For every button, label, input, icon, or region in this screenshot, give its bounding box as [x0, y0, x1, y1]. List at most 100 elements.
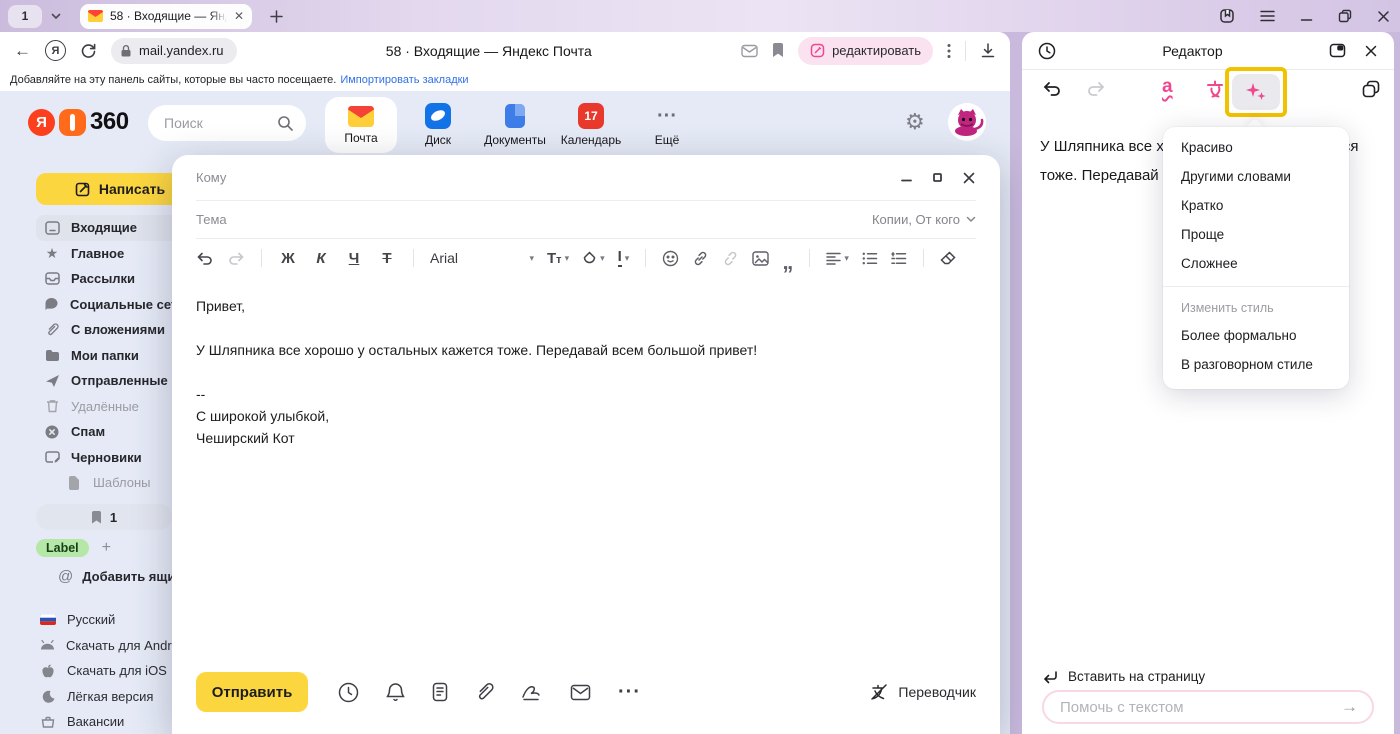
ai-sparkles-button[interactable] — [1232, 74, 1280, 110]
more-options-icon[interactable]: ··· — [618, 681, 641, 704]
translate-icon[interactable] — [1204, 78, 1226, 100]
align-button[interactable]: ▾ — [826, 252, 849, 265]
label-tag[interactable]: Label — [36, 539, 89, 557]
ios-download-link[interactable]: Скачать для iOS — [0, 658, 172, 684]
tab-panel-icon[interactable] — [1219, 8, 1235, 24]
text-color-button[interactable]: I▾ — [618, 249, 630, 267]
italic-button[interactable]: К — [311, 250, 331, 267]
send-button[interactable]: Отправить — [196, 672, 308, 712]
app-tab-more[interactable]: ··· Ещё — [641, 97, 693, 153]
bullet-list-button[interactable] — [862, 252, 878, 265]
redo-icon[interactable] — [227, 251, 245, 266]
open-in-window-icon[interactable] — [1329, 43, 1346, 58]
font-family-select[interactable]: Arial ▾ — [430, 250, 534, 266]
quote-button[interactable]: „ — [782, 258, 793, 267]
sidebar-item-spam[interactable]: Спам — [36, 419, 172, 445]
download-icon[interactable] — [980, 42, 996, 59]
to-field[interactable]: Кому — [196, 170, 226, 185]
ai-prompt-input[interactable] — [1060, 699, 1341, 716]
translator-button[interactable]: Переводчик — [869, 682, 976, 702]
edit-mode-button[interactable]: редактировать — [798, 37, 933, 65]
bookmark-icon[interactable] — [772, 43, 784, 58]
sidebar-item-drafts[interactable]: Черновики — [36, 445, 172, 471]
template-icon[interactable] — [432, 682, 448, 702]
signature-icon[interactable] — [521, 683, 543, 701]
emoji-button[interactable] — [662, 250, 679, 267]
sidebar-item-mailings[interactable]: Рассылки — [36, 266, 172, 292]
import-bookmarks-link[interactable]: Импортировать закладки — [340, 74, 468, 86]
back-icon[interactable]: ← — [14, 42, 31, 59]
android-download-link[interactable]: Скачать для Android — [0, 633, 172, 659]
cc-from-toggle[interactable]: Копии, От кого — [872, 212, 976, 227]
restore-icon[interactable] — [1338, 9, 1352, 23]
editor-redo-icon[interactable] — [1086, 80, 1106, 97]
app-tab-disk[interactable]: Диск — [409, 97, 467, 153]
sidebar-item-inbox[interactable]: Входящие — [36, 215, 172, 241]
app-tab-calendar[interactable]: 17 Календарь — [552, 97, 630, 153]
new-tab-button[interactable] — [264, 4, 288, 28]
add-mailbox-button[interactable]: @ Добавить ящик — [58, 568, 182, 585]
undo-icon[interactable] — [196, 251, 214, 266]
refresh-icon[interactable] — [80, 42, 97, 59]
sidebar-item-attachments[interactable]: С вложениями — [36, 317, 172, 343]
numbered-list-button[interactable] — [891, 252, 907, 265]
sidebar-item-main[interactable]: ★ Главное — [36, 241, 172, 267]
sidebar-item-templates[interactable]: Шаблоны — [36, 470, 172, 496]
menu-item-conversational[interactable]: В разговорном стиле — [1163, 350, 1349, 379]
message-body[interactable]: Привет, У Шляпника все хорошо у остальны… — [196, 295, 960, 449]
copy-icon[interactable] — [1362, 80, 1380, 98]
menu-item-more-formal[interactable]: Более формально — [1163, 321, 1349, 350]
attach-icon[interactable] — [475, 682, 494, 702]
add-label-icon[interactable]: + — [102, 539, 111, 557]
image-button[interactable] — [752, 251, 769, 266]
sidebar-item-my-folders[interactable]: Мои папки — [36, 343, 172, 369]
search-box[interactable] — [148, 105, 306, 141]
editor-undo-icon[interactable] — [1042, 80, 1062, 97]
menu-item-shorten[interactable]: Кратко — [1163, 191, 1349, 220]
vacancies-link[interactable]: Вакансии — [0, 709, 172, 734]
menu-icon[interactable] — [1260, 10, 1275, 22]
chevron-down-icon[interactable] — [50, 10, 62, 22]
yandex360-logo[interactable]: Я 360 — [28, 108, 129, 136]
light-version-link[interactable]: Лёгкая версия — [0, 684, 172, 710]
yandex-services-icon[interactable]: Я — [45, 40, 66, 61]
spellcheck-icon[interactable]: a — [1162, 76, 1173, 98]
compose-close-icon[interactable] — [962, 171, 976, 185]
gear-icon[interactable]: ⚙ — [905, 109, 925, 135]
highlight-color-button[interactable]: ▾ — [582, 251, 605, 266]
app-tab-mail[interactable]: Почта — [325, 97, 397, 153]
tab-counter[interactable]: 1 — [8, 5, 42, 28]
sidebar-item-sent[interactable]: Отправленные — [36, 368, 172, 394]
sidebar-item-deleted[interactable]: Удалённые — [36, 394, 172, 420]
insert-on-page-button[interactable]: Вставить на страницу — [1042, 669, 1205, 684]
bold-button[interactable]: Ж — [278, 250, 298, 267]
compose-expand-icon[interactable] — [932, 172, 943, 183]
link-button[interactable] — [692, 250, 709, 267]
panel-close-icon[interactable] — [1364, 44, 1378, 58]
app-tab-docs[interactable]: Документы — [476, 97, 554, 153]
strikethrough-button[interactable]: T — [377, 250, 397, 267]
bookmarks-filter[interactable]: 1 — [36, 504, 172, 530]
search-input[interactable] — [164, 115, 277, 131]
mail-notify-icon[interactable] — [741, 44, 758, 58]
subject-field[interactable]: Тема — [196, 212, 227, 227]
menu-item-complexify[interactable]: Сложнее — [1163, 249, 1349, 278]
tab-close-icon[interactable]: ✕ — [234, 10, 244, 22]
language-link[interactable]: Русский — [0, 607, 172, 633]
underline-button[interactable]: Ч — [344, 250, 364, 267]
submit-arrow-icon[interactable]: → — [1341, 697, 1358, 717]
font-size-select[interactable]: Tт▾ — [547, 250, 569, 267]
browser-tab[interactable]: 58 · Входящие — Яндек ✕ — [80, 4, 252, 29]
close-window-icon[interactable] — [1377, 10, 1390, 23]
minimize-icon[interactable] — [1300, 10, 1313, 23]
menu-item-rephrase[interactable]: Другими словами — [1163, 162, 1349, 191]
history-icon[interactable] — [1038, 42, 1056, 60]
envelope-icon[interactable] — [570, 684, 591, 701]
sidebar-item-social[interactable]: Социальные сети — [36, 292, 172, 318]
compose-minimize-icon[interactable] — [900, 171, 913, 184]
schedule-icon[interactable] — [338, 682, 359, 703]
avatar[interactable] — [948, 103, 986, 141]
kebab-menu-icon[interactable] — [947, 43, 951, 59]
reminder-icon[interactable] — [386, 682, 405, 703]
url-field[interactable]: mail.yandex.ru — [111, 38, 237, 64]
